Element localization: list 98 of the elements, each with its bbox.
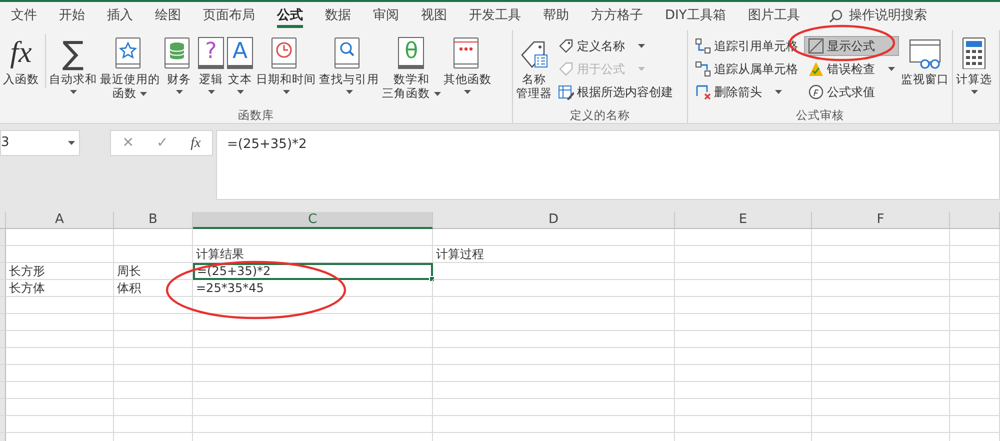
column-header[interactable]: D (433, 212, 675, 229)
ribbon-tab[interactable]: 视图 (410, 2, 458, 30)
ribbon-button[interactable]: 其他函数 (444, 34, 492, 98)
ribbon-button[interactable]: 定义名称 (554, 36, 677, 56)
row-header[interactable] (0, 263, 6, 280)
ribbon-tab[interactable]: 数据 (314, 2, 362, 30)
formula-input[interactable]: =(25+35)*2 (216, 130, 1000, 200)
ribbon-tab[interactable]: DIY工具箱 (654, 2, 737, 30)
caret-icon (68, 141, 75, 145)
ribbon-button[interactable]: fx 入函数 (3, 34, 46, 88)
evaluate-icon (808, 84, 824, 100)
ribbon-tab[interactable]: 插入 (96, 2, 144, 30)
ribbon-tab[interactable]: 公式 (266, 2, 314, 30)
row-header[interactable] (0, 229, 6, 246)
row-header[interactable] (0, 280, 6, 297)
table-cell (950, 331, 1000, 348)
table-cell: 周长 (114, 263, 193, 280)
table-cell (950, 399, 1000, 416)
column-header[interactable] (950, 212, 1000, 229)
column-header[interactable]: E (675, 212, 812, 229)
row-header[interactable] (0, 416, 6, 433)
row-header[interactable] (0, 365, 6, 382)
table-cell (950, 246, 1000, 263)
ribbon-button[interactable]: 监视窗口 (901, 34, 949, 88)
table-cell: =(25+35)*2 (193, 263, 433, 280)
question-book-icon: ? (198, 37, 224, 69)
table-cell: 长方体 (6, 280, 114, 297)
ribbon-button[interactable]: 错误检查 (804, 59, 899, 79)
ribbon-button[interactable]: 根据所选内容创建 (554, 82, 677, 102)
table-cell (950, 348, 1000, 365)
show-formulas-icon (808, 38, 824, 54)
group-label: 函数库 (237, 107, 275, 123)
ribbon-tab[interactable]: 方方格子 (580, 2, 654, 30)
search-icon (828, 9, 843, 23)
ribbon-button[interactable]: 名称 管理器 (516, 34, 552, 102)
table-cell (950, 365, 1000, 382)
select-all-corner[interactable] (0, 212, 6, 229)
fx-icon: fx (10, 38, 32, 68)
group-label: 定义的名称 (569, 107, 631, 123)
table-cell (950, 314, 1000, 331)
group-label: 公式审核 (795, 107, 845, 123)
tag-icon (558, 38, 574, 54)
glasses-window-icon (909, 37, 941, 69)
table-cell: 长方形 (6, 263, 114, 280)
ribbon-tab[interactable]: 页面布局 (192, 2, 266, 30)
ribbon-button[interactable]: 最近使用的 函数 (100, 34, 160, 102)
column-header[interactable]: B (114, 212, 193, 229)
table-cell (950, 280, 1000, 297)
row-header[interactable] (0, 348, 6, 365)
column-header[interactable]: A (6, 212, 114, 229)
ribbon-button[interactable]: 显示公式 (804, 36, 899, 56)
row-header[interactable] (0, 246, 6, 263)
trace-arrow-icon (695, 61, 711, 77)
ribbon-tab[interactable]: 开始 (48, 2, 96, 30)
column-header[interactable]: F (812, 212, 950, 229)
letter-book-icon: A (227, 37, 253, 69)
insert-function-button[interactable]: fx (190, 132, 201, 154)
ribbon-button[interactable]: θ 数学和 三角函数 (382, 34, 441, 102)
table-cell: 计算结果 (193, 246, 433, 263)
tag-icon (558, 61, 574, 77)
ribbon-button[interactable]: A 文本 (227, 34, 253, 98)
ribbon-button[interactable]: 日期和时间 (256, 34, 316, 98)
ribbon-button[interactable]: 财务 (163, 34, 195, 98)
table-cell (950, 382, 1000, 399)
ribbon-button[interactable]: 删除箭头 (691, 82, 802, 102)
ribbon-button[interactable]: ? 逻辑 (198, 34, 224, 98)
ribbon-button[interactable]: ∑ 自动求和 (49, 34, 97, 98)
name-box[interactable]: 3 (0, 130, 80, 156)
table-cell: =25*35*45 (193, 280, 433, 297)
column-header[interactable]: C (193, 212, 433, 229)
table-cell (950, 416, 1000, 433)
ribbon-button[interactable]: 公式求值 (804, 82, 899, 102)
row-header[interactable] (0, 382, 6, 399)
ribbon-tab[interactable]: 文件 (0, 2, 48, 30)
table-cell (950, 263, 1000, 280)
trace-arrow-icon (695, 38, 711, 54)
row-header[interactable] (0, 399, 6, 416)
ribbon-tab[interactable]: 图片工具 (736, 2, 811, 30)
row-header[interactable] (0, 314, 6, 331)
remove-arrows-icon (695, 84, 711, 100)
ribbon-tab[interactable]: 帮助 (532, 2, 580, 30)
row-header[interactable] (0, 297, 6, 314)
ribbon-tab[interactable]: 绘图 (144, 2, 192, 30)
sum-icon: ∑ (62, 37, 84, 69)
ribbon-tab[interactable]: 开发工具 (458, 2, 532, 30)
ribbon-button[interactable]: 计算选 (956, 34, 992, 98)
warning-icon (808, 61, 824, 77)
table-cell (950, 229, 1000, 246)
ribbon-tab[interactable]: 审阅 (362, 2, 410, 30)
table-pencil-icon (558, 84, 574, 100)
table-cell: 体积 (114, 280, 193, 297)
tell-me-search[interactable]: 操作说明搜索 (848, 6, 927, 26)
theta-book-icon: θ (398, 37, 424, 69)
table-cell: 计算过程 (433, 246, 675, 263)
ribbon-button[interactable]: 查找与引用 (319, 34, 379, 98)
ribbon-button[interactable]: 追踪从属单元格 (691, 59, 802, 79)
row-header[interactable] (0, 331, 6, 348)
table-cell (950, 297, 1000, 314)
